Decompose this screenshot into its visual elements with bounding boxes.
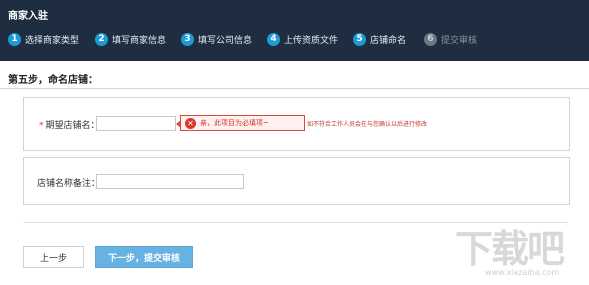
shop-name-error-tooltip: ✕ 亲，此项目为必填项~ — [176, 115, 305, 131]
error-message: 亲，此项目为必填项~ — [200, 119, 269, 127]
watermark-url: www.xiazaiba.com — [485, 268, 560, 277]
step-3: 3 填写公司信息 — [181, 31, 252, 47]
step-number-6: 6 — [424, 32, 437, 46]
prev-step-button[interactable]: 上一步 — [23, 246, 84, 268]
step-number-2: 2 — [95, 32, 108, 46]
step-progress-bar: 1 选择商家类型 2 填写商家信息 3 填写公司信息 4 上传资质文件 5 店铺… — [0, 31, 589, 47]
step-1: 1 选择商家类型 — [8, 31, 79, 47]
step-2: 2 填写商家信息 — [95, 31, 166, 47]
step-label-5: 店铺命名 — [370, 35, 407, 46]
step-label-4: 上传资质文件 — [284, 35, 339, 46]
step-number-5: 5 — [353, 32, 366, 46]
step-label-3: 填写公司信息 — [198, 35, 253, 46]
step-number-1: 1 — [8, 32, 21, 46]
submit-review-button[interactable]: 下一步，提交审核 — [95, 246, 193, 268]
section-title-text: 第五步，命名店铺： — [8, 75, 98, 86]
step-5: 5 店铺命名 — [353, 31, 406, 47]
section-heading: 第五步，命名店铺： — [0, 70, 589, 89]
step-label-6: 提交审核 — [441, 35, 478, 46]
watermark-logo: 下载吧 www.xiazaiba.com — [447, 218, 583, 280]
step-number-4: 4 — [267, 32, 280, 46]
shop-name-label-text: 期望店铺名： — [45, 121, 100, 131]
shop-note-input[interactable] — [96, 174, 244, 189]
divider — [23, 222, 568, 223]
shop-note-label: 店铺名称备注： — [37, 179, 101, 189]
step-6: 6 提交审核 — [424, 31, 477, 47]
shop-name-input[interactable] — [96, 116, 176, 131]
watermark-text: 下载吧 — [455, 227, 565, 271]
step-label-2: 填写商家信息 — [112, 35, 167, 46]
shop-name-label: * 期望店铺名： — [39, 118, 100, 131]
step-number-3: 3 — [181, 32, 194, 46]
required-mark: * — [39, 121, 44, 131]
tooltip-arrow — [176, 120, 181, 128]
top-header: 商家入驻 1 选择商家类型 2 填写商家信息 3 填写公司信息 4 上传资质文件… — [0, 0, 589, 61]
shop-name-hint: 如不符合工作人员会在与您确认以后进行修改 — [307, 121, 428, 128]
page-title: 商家入驻 — [8, 11, 48, 22]
step-label-1: 选择商家类型 — [25, 35, 80, 46]
step-4: 4 上传资质文件 — [267, 31, 338, 47]
error-x-icon: ✕ — [185, 117, 196, 129]
